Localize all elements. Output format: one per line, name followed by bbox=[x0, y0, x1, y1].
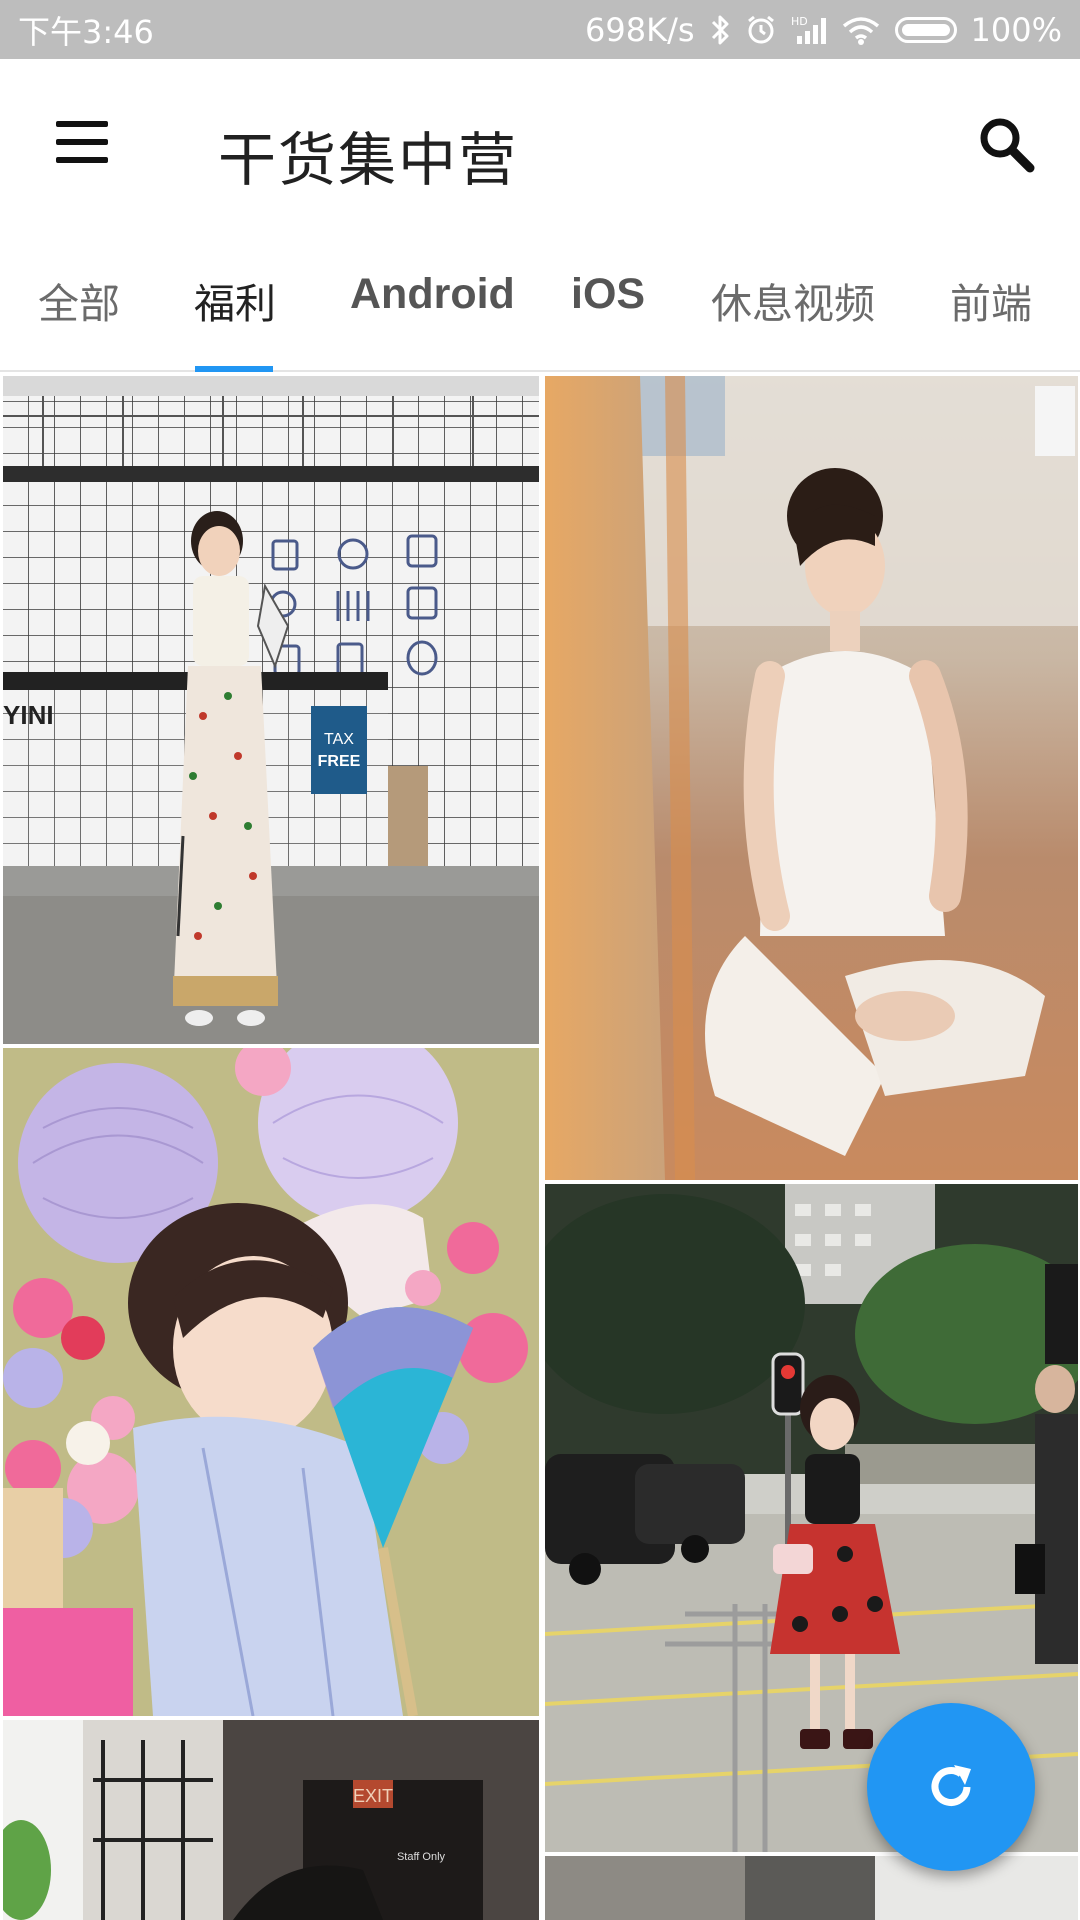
bluetooth-icon bbox=[709, 14, 731, 46]
refresh-button[interactable] bbox=[867, 1703, 1035, 1871]
battery-percent: 100% bbox=[970, 10, 1062, 49]
photo-image: EXIT Staff Only bbox=[3, 1720, 539, 1920]
app-toolbar: 干货集中营 bbox=[0, 59, 1080, 232]
status-bar: 下午3:46 698K/s HD 100% bbox=[0, 0, 1080, 59]
battery-icon bbox=[894, 16, 957, 43]
photo-card[interactable]: EXIT Staff Only bbox=[3, 1720, 539, 1920]
tab-frontend[interactable]: 前端 bbox=[950, 270, 1032, 330]
status-time: 下午3:46 bbox=[18, 12, 154, 51]
photo-card[interactable] bbox=[545, 376, 1078, 1180]
wifi-icon bbox=[841, 14, 881, 46]
svg-text:FREE: FREE bbox=[318, 753, 361, 770]
tab-indicator bbox=[195, 366, 273, 372]
svg-text:Staff Only: Staff Only bbox=[397, 1851, 446, 1863]
photo-card[interactable]: YINI TAX FREE bbox=[3, 376, 539, 1044]
tab-ios[interactable]: iOS bbox=[571, 270, 645, 319]
search-icon[interactable] bbox=[976, 114, 1036, 174]
alarm-icon bbox=[745, 14, 777, 46]
photo-grid[interactable]: YINI TAX FREE EXIT Staff Only bbox=[0, 374, 1080, 1920]
tab-all[interactable]: 全部 bbox=[38, 270, 120, 330]
category-tabs: 全部 福利 Android iOS 休息视频 前端 bbox=[0, 232, 1080, 372]
tab-welfare[interactable]: 福利 bbox=[194, 270, 276, 330]
status-icons: 698K/s HD 100% bbox=[585, 11, 1062, 49]
svg-text:YINI: YINI bbox=[3, 700, 54, 730]
photo-image bbox=[545, 376, 1078, 1180]
photo-image: YINI TAX FREE bbox=[3, 376, 539, 1044]
tax-free-sign: TAX bbox=[324, 731, 354, 748]
tab-android[interactable]: Android bbox=[350, 270, 515, 319]
hamburger-menu-icon[interactable] bbox=[52, 117, 112, 167]
hd-signal-icon: HD bbox=[791, 14, 827, 46]
photo-image bbox=[3, 1048, 539, 1716]
refresh-icon bbox=[931, 1765, 971, 1806]
page-title: 干货集中营 bbox=[218, 126, 519, 194]
photo-card[interactable] bbox=[545, 1856, 1078, 1920]
photo-image bbox=[545, 1856, 1078, 1920]
tab-rest-video[interactable]: 休息视频 bbox=[711, 270, 875, 330]
photo-card[interactable] bbox=[3, 1048, 539, 1716]
exit-sign: EXIT bbox=[353, 1786, 393, 1806]
network-speed: 698K/s bbox=[585, 10, 695, 49]
svg-text:HD: HD bbox=[791, 15, 808, 28]
